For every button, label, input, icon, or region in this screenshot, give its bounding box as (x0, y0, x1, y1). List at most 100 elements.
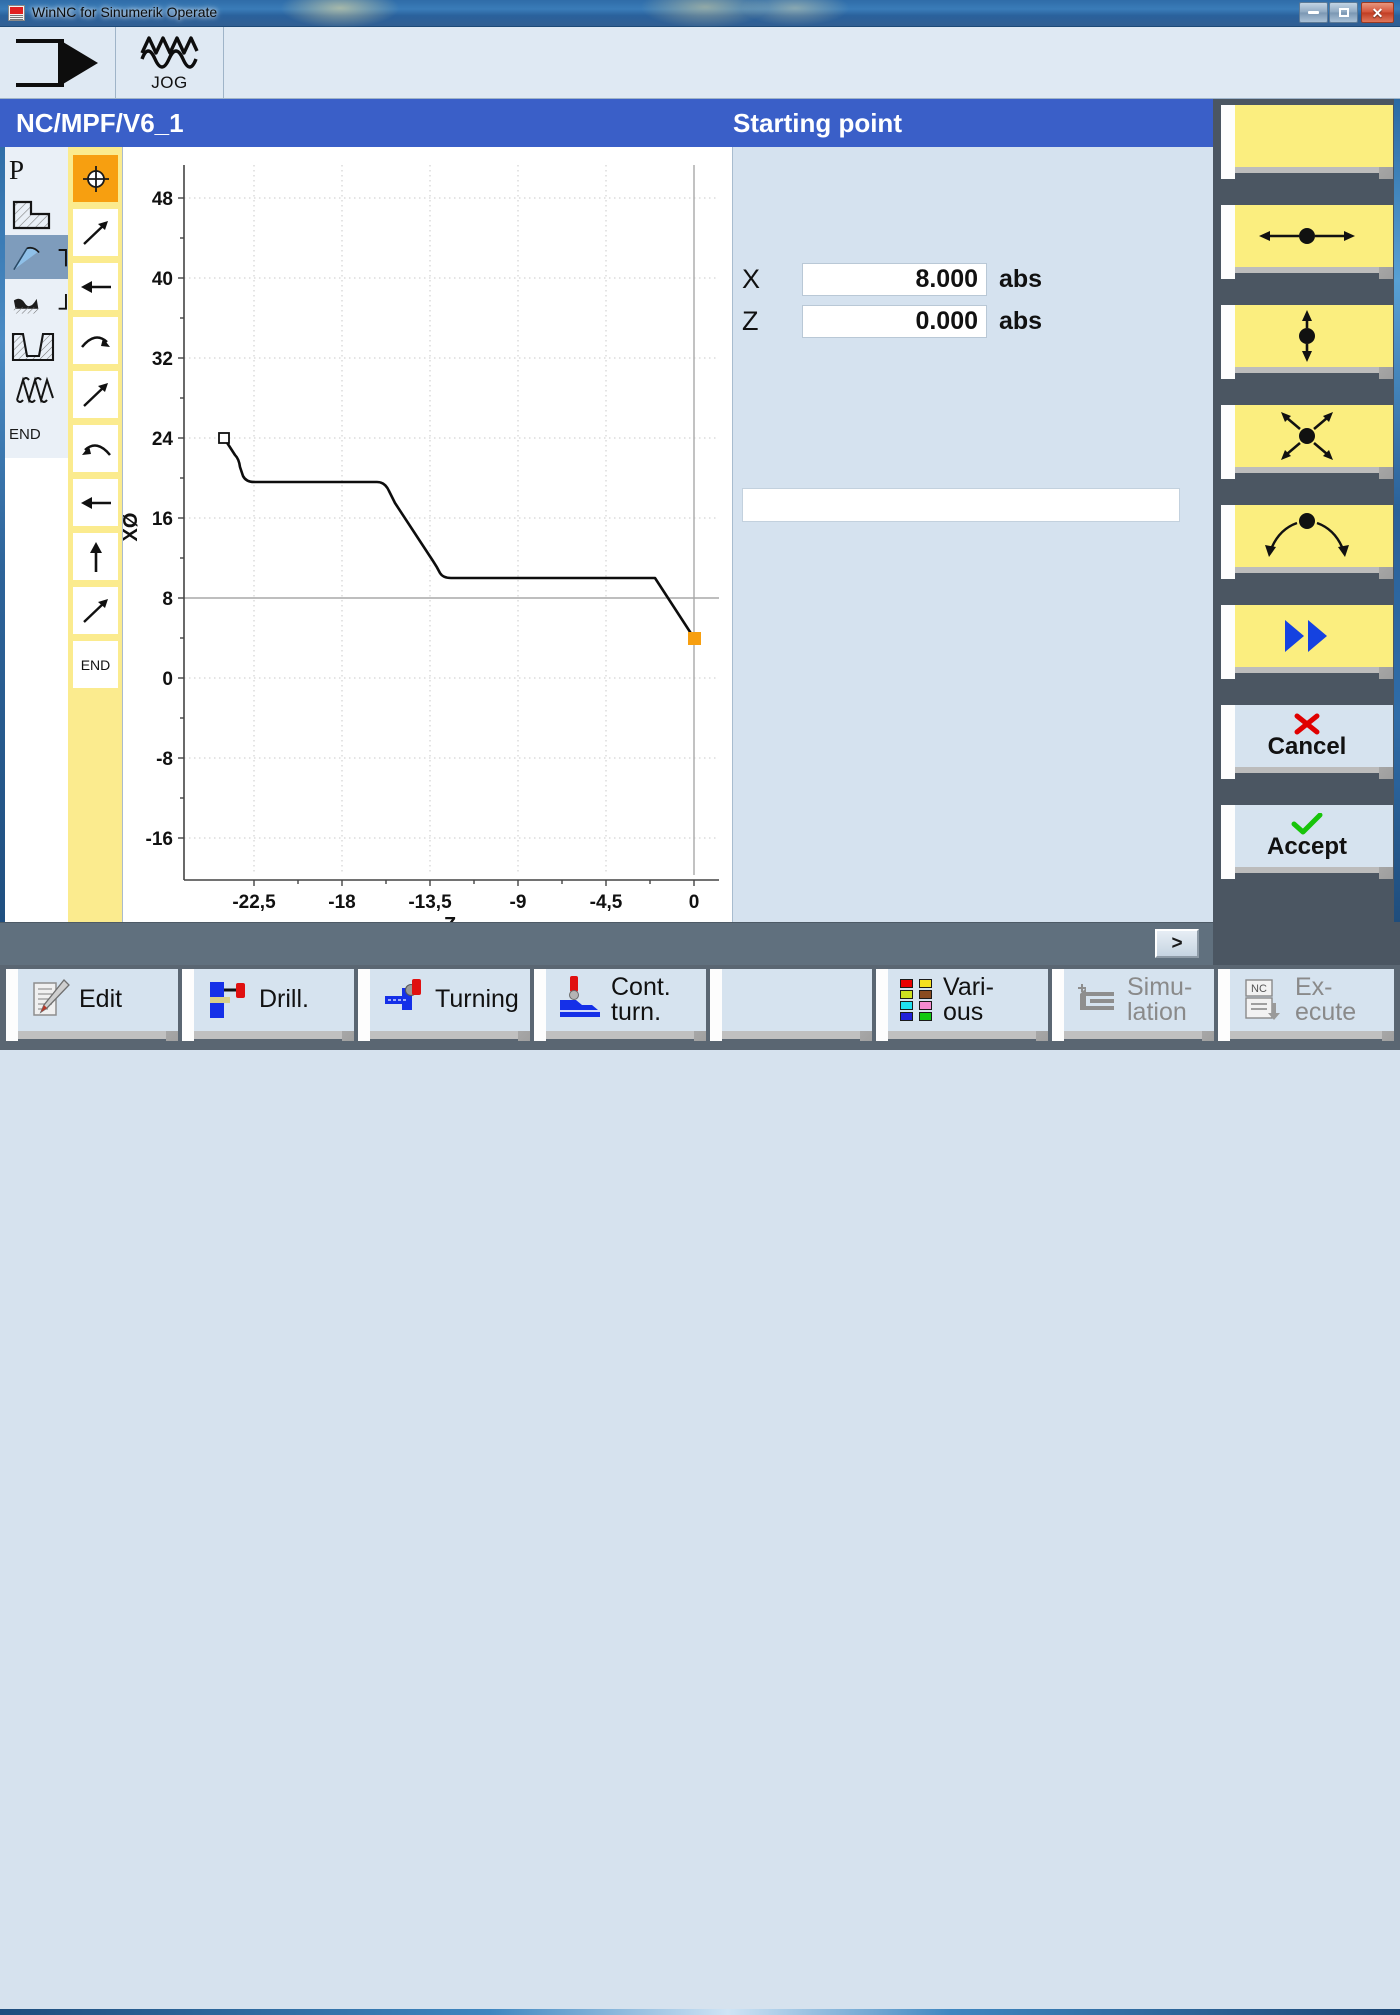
horizontal-softkey-bar: Edit Drill. Turning Cont. turn. Vari- ou… (0, 965, 1400, 2015)
xtick-m45: -4,5 (590, 892, 623, 913)
hk-edit[interactable]: Edit (6, 969, 178, 1041)
window-title: WinNC for Sinumerik Operate (32, 4, 218, 20)
ytick-32: 32 (152, 349, 173, 370)
softkey-blank[interactable] (1221, 105, 1393, 179)
hk-empty[interactable] (710, 969, 872, 1041)
op-item-contour-turning[interactable] (5, 235, 68, 282)
vertical-softkey-column: Cancel Accept (1213, 99, 1400, 922)
contour-step-line-horiz-1[interactable] (73, 263, 118, 310)
hk-turning-label: Turning (435, 985, 519, 1014)
contour-step-start-point[interactable] (73, 155, 118, 202)
ytick-m16: -16 (146, 829, 173, 850)
softkey-transition-horizontal[interactable] (1221, 205, 1393, 279)
contour-origin-marker (218, 432, 230, 444)
ytick-m8: -8 (156, 749, 173, 770)
ytick-16: 16 (152, 509, 173, 530)
ytick-40: 40 (152, 269, 173, 290)
next-softkey-page-button[interactable]: > (1155, 929, 1199, 958)
minimize-button[interactable] (1299, 2, 1328, 23)
field-label-x: X (742, 264, 761, 294)
op-item-stock-removal[interactable] (5, 191, 68, 238)
green-check-icon (1291, 813, 1323, 835)
softkey-accept-label: Accept (1266, 833, 1348, 860)
op-item-program[interactable]: P (5, 147, 68, 194)
crosshair-icon (82, 165, 109, 192)
machine-area-button[interactable] (0, 27, 116, 99)
parameter-form-pane: X 8.000 abs Z 0.000 abs (733, 147, 1213, 922)
aero-glare-2 (640, 0, 770, 28)
hk-drill[interactable]: Drill. (182, 969, 354, 1041)
hk-various-label2: ous (943, 998, 984, 1026)
operation-type-rail: P END (0, 147, 68, 922)
softkey-transition-vertical[interactable] (1221, 305, 1393, 379)
hk-execute[interactable]: NC Ex- ecute (1218, 969, 1394, 1041)
hk-simulation-label2: lation (1127, 998, 1187, 1026)
jog-wave-icon (139, 36, 199, 69)
recess-icon (11, 332, 55, 361)
contour-step-arc-ccw-1[interactable] (73, 425, 118, 472)
contour-step-line-diag-3[interactable] (73, 587, 118, 634)
hk-contour-turning[interactable]: Cont. turn. (534, 969, 706, 1041)
groove-icon (13, 298, 39, 314)
field-row-x: X 8.000 abs (742, 263, 1042, 296)
op-item-groove[interactable] (5, 279, 68, 326)
contour-step-end[interactable]: END (73, 641, 118, 688)
maximize-icon (1338, 8, 1349, 17)
contour-step-line-diag-1[interactable] (73, 209, 118, 256)
turning-icon (385, 979, 421, 1010)
start-point-marker (688, 632, 701, 645)
contour-step-line-diag-2[interactable] (73, 371, 118, 418)
close-icon: ✕ (1371, 4, 1384, 21)
xtick-m135: -13,5 (408, 892, 452, 913)
arrow-left-icon-2 (80, 496, 111, 509)
contour-element-column: END (68, 147, 123, 922)
toolbar-empty-area (224, 27, 1400, 99)
arrow-left-icon (80, 280, 111, 293)
contour-step-line-vert-1[interactable] (73, 533, 118, 580)
op-item-end[interactable]: END (5, 411, 68, 458)
jog-mode-button[interactable]: JOG (116, 27, 224, 99)
corner-bracket-icon-2 (58, 293, 67, 310)
contour-step-end-label: END (80, 656, 111, 673)
hk-turning[interactable]: Turning (358, 969, 530, 1041)
close-button[interactable]: ✕ (1361, 2, 1394, 23)
hk-contour-turning-label: Cont. (611, 972, 671, 1001)
arc-counterclockwise-icon (81, 443, 111, 456)
field-unit-z: abs (999, 307, 1043, 335)
double-chevron-right-icon (1285, 620, 1327, 652)
field-value-x[interactable]: 8.000 (802, 263, 987, 296)
hk-various[interactable]: Vari- ous (876, 969, 1048, 1041)
op-item-thread[interactable] (5, 367, 68, 414)
softkey-all-parameters[interactable] (1221, 605, 1393, 679)
window-title-bar[interactable]: WinNC for Sinumerik Operate ✕ (0, 0, 1400, 28)
op-item-recess[interactable] (5, 323, 68, 370)
machine-area-icon (15, 39, 98, 87)
status-strip (0, 922, 1213, 965)
contour-step-line-horiz-2[interactable] (73, 479, 118, 526)
contour-turn-icon (13, 246, 40, 270)
field-value-z[interactable]: 0.000 (802, 305, 987, 338)
xtick-m18: -18 (328, 892, 355, 913)
arrow-up-right-icon (82, 220, 108, 245)
various-colors-icon (900, 979, 934, 1021)
comment-input[interactable] (742, 488, 1180, 522)
softkey-accept[interactable]: Accept (1221, 805, 1393, 879)
hk-drill-label: Drill. (259, 985, 309, 1014)
program-path: NC/MPF/V6_1 (16, 107, 184, 138)
field-unit-x: abs (999, 265, 1043, 293)
xtick-0: 0 (689, 892, 700, 913)
softkey-transition-diagonal[interactable] (1221, 405, 1393, 479)
red-cross-icon (1294, 713, 1320, 735)
softkey-cancel[interactable]: Cancel (1221, 705, 1393, 779)
contour-step-arc-cw-1[interactable] (73, 317, 118, 364)
softkey-transition-tangential[interactable] (1221, 505, 1393, 579)
ytick-0: 0 (162, 669, 173, 690)
ytick-48: 48 (152, 189, 173, 210)
arrow-up-right-icon-2 (82, 382, 108, 407)
dialog-title: Starting point (733, 107, 902, 138)
thread-icon (16, 376, 54, 403)
mode-toolbar: JOG (0, 27, 1400, 99)
hk-simulation[interactable]: Simu- lation (1052, 969, 1214, 1041)
maximize-button[interactable] (1329, 2, 1358, 23)
op-item-label: P (9, 155, 25, 185)
